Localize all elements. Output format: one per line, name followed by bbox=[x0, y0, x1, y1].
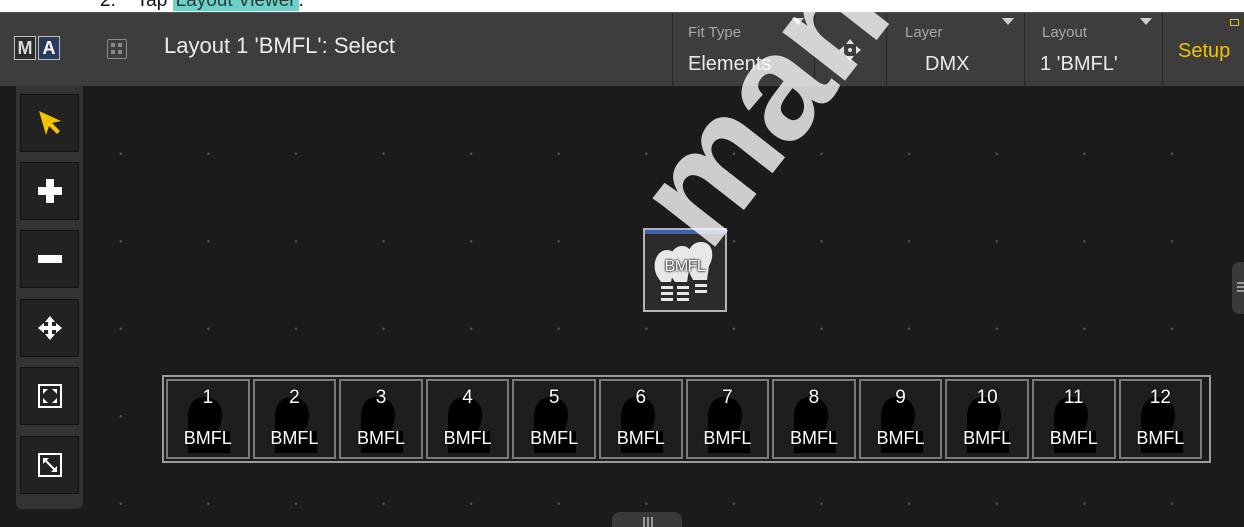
ma-logo[interactable]: M A bbox=[14, 36, 62, 60]
fixture-cell[interactable]: 12 BMFL bbox=[1118, 379, 1203, 459]
fixture-cell[interactable]: 3 BMFL bbox=[339, 379, 423, 459]
side-panel-handle[interactable] bbox=[1232, 262, 1244, 314]
title-bar: M A Layout 1 'BMFL': Select Fit Type Ele… bbox=[0, 12, 1244, 86]
fixture-name: BMFL bbox=[530, 428, 579, 448]
fit-selection-button[interactable] bbox=[20, 436, 79, 494]
logo-letter-m: M bbox=[14, 36, 36, 60]
group-fixture-label: BMFL bbox=[664, 258, 706, 275]
setup-button[interactable]: Setup bbox=[1162, 13, 1244, 86]
window-grid-icon[interactable] bbox=[107, 39, 127, 59]
fixture-id: 9 bbox=[895, 387, 906, 408]
layout-viewer-window: M A Layout 1 'BMFL': Select Fit Type Ele… bbox=[0, 12, 1244, 527]
layer-label: Layer bbox=[905, 24, 943, 41]
fit-type-label: Fit Type bbox=[688, 24, 742, 41]
fixture-id: 8 bbox=[808, 387, 820, 408]
fit-type-value: Elements bbox=[688, 53, 772, 75]
caption-text: Tap bbox=[136, 0, 173, 11]
fixture-name: BMFL bbox=[183, 428, 232, 448]
fixture-id: 7 bbox=[722, 387, 733, 408]
fixture-row: 1 BMFL 2 BMFL 3 BMFL 4 BMFL 5 BMFL 6 BMFL 7 BMFL 8 BMFL… bbox=[162, 375, 1211, 463]
layer-button[interactable]: Layer DMX bbox=[886, 13, 1024, 86]
fit-type-button[interactable]: Fit Type Elements bbox=[672, 13, 814, 86]
setup-label: Setup bbox=[1178, 40, 1231, 62]
document-caption: 2. Tap Layout Viewer. bbox=[0, 0, 1244, 12]
layout-canvas[interactable]: BMFL 1 BMFL 2 BMFL 3 BMFL 4 BMFL 5 BMFL 6 BMFL 7 BMFL… bbox=[0, 86, 1244, 527]
fixture-cell[interactable]: 6 BMFL bbox=[598, 379, 683, 459]
layout-value: 1 'BMFL' bbox=[1040, 53, 1118, 75]
group-fixture-element[interactable]: BMFL bbox=[643, 228, 727, 312]
fixture-name: BMFL bbox=[789, 428, 838, 448]
fixture-cell[interactable]: 1 BMFL bbox=[166, 379, 250, 459]
select-arrow-icon bbox=[39, 111, 61, 135]
layout-label: Layout bbox=[1042, 24, 1088, 41]
tool-bar bbox=[16, 86, 83, 509]
fixture-id: 6 bbox=[635, 387, 647, 408]
select-tool-button[interactable] bbox=[20, 94, 79, 152]
fixture-id: 5 bbox=[548, 387, 560, 408]
fixture-id: 10 bbox=[976, 387, 998, 408]
fixture-id: 2 bbox=[289, 387, 300, 408]
fixture-name: BMFL bbox=[356, 428, 405, 448]
fixture-cell[interactable]: 4 BMFL bbox=[425, 379, 510, 459]
bottom-panel-handle[interactable] bbox=[612, 512, 682, 527]
fixture-cell[interactable]: 11 BMFL bbox=[1031, 379, 1116, 459]
fixture-cell[interactable]: 5 BMFL bbox=[512, 379, 596, 459]
layout-button[interactable]: Layout 1 'BMFL' bbox=[1024, 13, 1162, 86]
window-title: Layout 1 'BMFL': Select bbox=[164, 33, 395, 58]
window-options-icon[interactable] bbox=[1230, 19, 1239, 26]
fixture-name: BMFL bbox=[963, 428, 1012, 448]
fixture-name: BMFL bbox=[443, 428, 492, 448]
move-icon bbox=[38, 316, 62, 340]
fixture-id: 3 bbox=[375, 387, 387, 408]
fixture-cell[interactable]: 7 BMFL bbox=[685, 379, 770, 459]
fixture-id: 12 bbox=[1149, 387, 1171, 408]
fit-all-button[interactable] bbox=[20, 367, 79, 425]
zoom-in-icon bbox=[38, 179, 62, 203]
fixture-cell[interactable]: 2 BMFL bbox=[252, 379, 337, 459]
caption-suffix: . bbox=[298, 0, 304, 11]
fixture-name: BMFL bbox=[1136, 428, 1185, 448]
dropdown-triangle-icon bbox=[1002, 18, 1014, 25]
fixture-name: BMFL bbox=[270, 428, 319, 448]
fixture-id: 1 bbox=[202, 387, 214, 408]
dropdown-triangle-icon bbox=[792, 18, 804, 25]
move-view-button[interactable] bbox=[814, 13, 886, 86]
fixture-id: 11 bbox=[1063, 387, 1084, 408]
dropdown-triangle-icon bbox=[1140, 18, 1152, 25]
fit-all-icon bbox=[38, 384, 62, 408]
fixture-name: BMFL bbox=[1049, 428, 1098, 448]
fixture-cell[interactable]: 9 BMFL bbox=[858, 379, 943, 459]
caption-highlight: Layout Viewer bbox=[172, 0, 299, 11]
move-arrows-icon bbox=[839, 39, 861, 61]
fixture-name: BMFL bbox=[703, 428, 752, 448]
zoom-out-icon bbox=[38, 255, 62, 263]
fixture-cell[interactable]: 8 BMFL bbox=[772, 379, 856, 459]
caption-number: 2. bbox=[100, 0, 116, 11]
fit-selection-icon bbox=[38, 453, 62, 477]
caption-step: 2. Tap Layout Viewer. bbox=[100, 0, 304, 12]
fixture-name: BMFL bbox=[876, 428, 925, 448]
fixture-id: 4 bbox=[462, 387, 473, 408]
move-tool-button[interactable] bbox=[20, 299, 79, 357]
fixture-cell[interactable]: 10 BMFL bbox=[945, 379, 1029, 459]
zoom-in-button[interactable] bbox=[20, 162, 79, 220]
layer-value: DMX bbox=[925, 53, 970, 75]
zoom-out-button[interactable] bbox=[20, 230, 79, 288]
logo-letter-a: A bbox=[38, 36, 60, 60]
fixture-name: BMFL bbox=[616, 428, 665, 448]
selection-bar bbox=[645, 230, 725, 234]
